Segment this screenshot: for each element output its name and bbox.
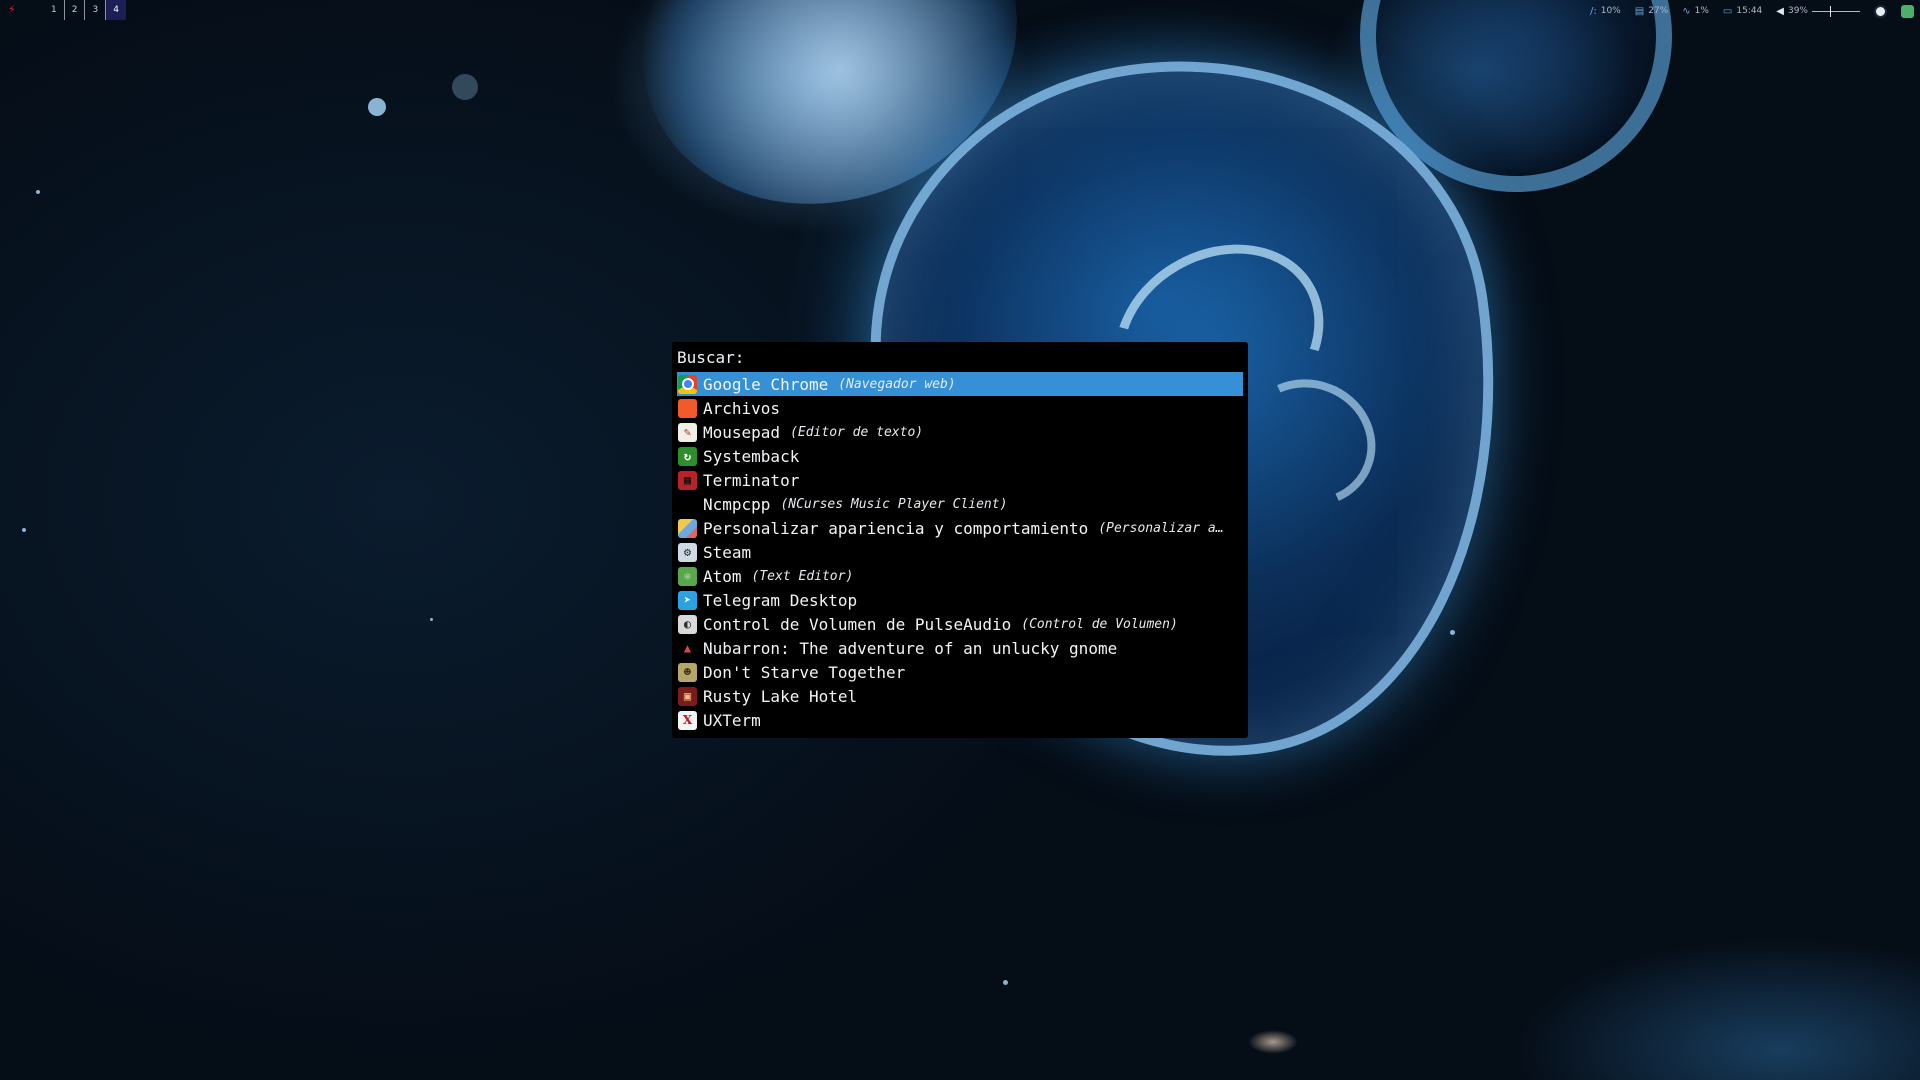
uxterm-icon: X — [678, 710, 697, 730]
launcher-item[interactable]: ✎ Mousepad (Editor de texto) — [677, 420, 1243, 444]
launcher-item[interactable]: ➤ Telegram Desktop — [677, 588, 1243, 612]
launcher-item[interactable]: Personalizar apariencia y comportamiento… — [677, 516, 1243, 540]
launcher-item[interactable]: ☻ Don't Starve Together — [677, 660, 1243, 684]
app-tray-icon[interactable] — [1901, 4, 1914, 18]
disk-usage: /: 10% — [1590, 6, 1621, 17]
launcher-results: Google Chrome (Navegador web) Archivos ✎… — [677, 372, 1243, 732]
launcher-item[interactable]: ⚙ Steam — [677, 540, 1243, 564]
launcher-item-name: Systemback — [703, 446, 800, 466]
launcher-item-name: Personalizar apariencia y comportamiento — [703, 518, 1089, 538]
launcher-item-name: Atom — [703, 566, 742, 586]
launcher-item-name: Telegram Desktop — [703, 590, 858, 610]
systemback-icon: ↻ — [678, 446, 697, 466]
appearance-icon — [678, 518, 697, 538]
launcher-item-desc: (Text Editor) — [751, 568, 854, 584]
launcher-item-desc: (Control de Volumen) — [1021, 616, 1178, 632]
text-editor-icon: ✎ — [678, 422, 697, 442]
chrome-icon — [678, 374, 697, 394]
calendar-icon: ▭ — [1722, 5, 1733, 17]
workspace-2[interactable]: 2 — [65, 0, 86, 20]
workspace-1[interactable]: 1 — [44, 0, 65, 20]
wallpaper-bubble — [430, 618, 433, 621]
workspace-4[interactable]: 4 — [106, 0, 126, 20]
cpu-usage-value: 1% — [1694, 6, 1709, 16]
cpu-graph-icon: ∿ — [1682, 5, 1691, 17]
launcher-item[interactable]: Google Chrome (Navegador web) — [677, 372, 1243, 396]
system-tray: /: 10% ▤ 27% ∿ 1% ▭ 15:44 ◀ 39% — [1590, 0, 1920, 22]
launcher-item-desc: (Editor de texto) — [790, 424, 924, 440]
rusty-lake-icon: ▣ — [678, 686, 697, 706]
volume-slider[interactable] — [1812, 5, 1860, 17]
launcher-item-name: Archivos — [703, 398, 781, 418]
launcher-item-name: Ncmpcpp — [703, 494, 771, 514]
speaker-icon: ◀ — [1776, 5, 1784, 17]
clock-value: 15:44 — [1736, 6, 1763, 16]
launcher-item[interactable]: ◐ Control de Volumen de PulseAudio (Cont… — [677, 612, 1243, 636]
search-prompt[interactable]: Buscar: — [677, 346, 1243, 370]
launcher-item[interactable]: X UXTerm — [677, 708, 1243, 732]
memory-usage: ▤ 27% — [1635, 6, 1668, 17]
launcher-item[interactable]: Ncmpcpp (NCurses Music Player Client) — [677, 492, 1243, 516]
launcher-item[interactable]: ▣ Rusty Lake Hotel — [677, 684, 1243, 708]
gnome-hat-icon: ▲ — [683, 641, 692, 655]
launcher-item-name: Nubarron: The adventure of an unlucky gn… — [703, 638, 1118, 658]
telegram-icon: ➤ — [678, 590, 697, 610]
volume-control-icon: ◐ — [678, 614, 697, 634]
wallpaper-bubble — [1450, 630, 1455, 635]
workspace-3[interactable]: 3 — [85, 0, 107, 20]
wallpaper-bubble — [1003, 980, 1008, 985]
app-launcher-menu: Buscar: Google Chrome (Navegador web) Ar… — [672, 342, 1248, 738]
search-prompt-label: Buscar: — [677, 348, 745, 367]
launcher-item-name: Steam — [703, 542, 752, 562]
wallpaper-creature — [1248, 1030, 1298, 1054]
atom-icon: ⚛ — [678, 566, 697, 586]
wallpaper-bubble — [36, 190, 40, 194]
wallpaper-bubble — [452, 74, 478, 100]
launcher-item-desc: (NCurses Music Player Client) — [780, 496, 1008, 512]
dont-starve-icon: ☻ — [678, 662, 697, 682]
folder-icon — [678, 398, 697, 418]
launcher-item-name: Terminator — [703, 470, 800, 490]
launcher-item-name: Control de Volumen de PulseAudio — [703, 614, 1012, 634]
volume-slider-knob[interactable] — [1830, 5, 1831, 17]
cpu-usage: ∿ 1% — [1682, 6, 1709, 17]
volume-control[interactable]: ◀ 39% — [1776, 5, 1860, 17]
volume-value: 39% — [1787, 6, 1808, 16]
disk-icon: /: — [1589, 5, 1597, 17]
launcher-item[interactable]: ⚛ Atom (Text Editor) — [677, 564, 1243, 588]
steam-icon: ⚙ — [678, 542, 697, 562]
launcher-item-name: Don't Starve Together — [703, 662, 906, 682]
launcher-item-name: Google Chrome — [703, 374, 829, 394]
launcher-item-name: Mousepad — [703, 422, 781, 442]
memory-usage-value: 27% — [1648, 6, 1669, 16]
disk-usage-value: 10% — [1600, 6, 1621, 16]
workspace-switcher: 1 2 3 4 — [44, 0, 126, 20]
launcher-item-desc: (Navegador web) — [838, 376, 956, 392]
launcher-item-name: Rusty Lake Hotel — [703, 686, 858, 706]
clock[interactable]: ▭ 15:44 — [1723, 6, 1762, 17]
launcher-item[interactable]: ↻ Systemback — [677, 444, 1243, 468]
launcher-item-name: UXTerm — [703, 710, 761, 730]
lightning-bolt-icon[interactable]: ⚡ — [8, 3, 16, 16]
steam-tray-icon[interactable] — [1874, 4, 1887, 18]
terminal-icon: ▦ — [678, 470, 697, 490]
blank-icon — [678, 495, 697, 514]
launcher-item[interactable]: ▦ Terminator — [677, 468, 1243, 492]
top-panel: ⚡ 1 2 3 4 /: 10% ▤ 27% ∿ 1% ▭ 15:44 ◀ 39… — [0, 0, 1920, 22]
launcher-item-desc: (Personalizar a… — [1098, 520, 1224, 536]
memory-icon: ▤ — [1634, 5, 1645, 17]
launcher-item[interactable]: ▲ Nubarron: The adventure of an unlucky … — [677, 636, 1243, 660]
wallpaper-bubble — [368, 98, 386, 116]
wallpaper-bubble — [22, 528, 26, 532]
launcher-item[interactable]: Archivos — [677, 396, 1243, 420]
